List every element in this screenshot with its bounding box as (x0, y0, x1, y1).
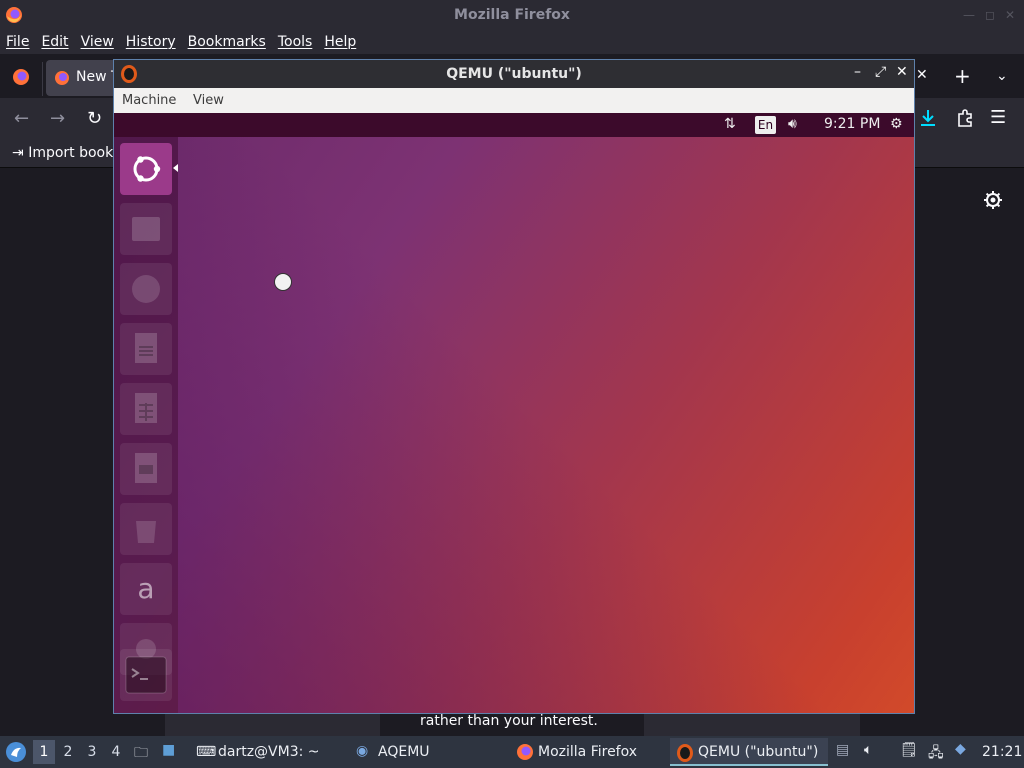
menu-edit[interactable]: Edit (41, 34, 68, 50)
top-site-card[interactable] (165, 714, 380, 736)
terminal-icon[interactable] (120, 649, 172, 701)
minimize-icon[interactable]: – (854, 64, 861, 80)
wallpaper-shade (178, 137, 914, 713)
task-label: Mozilla Firefox (538, 744, 638, 760)
start-menu-icon[interactable] (5, 741, 27, 763)
impress-icon[interactable] (120, 443, 172, 495)
network-transfer-icon[interactable]: ⇅ (724, 116, 736, 132)
mouse-cursor (274, 273, 292, 291)
ubuntu-top-panel: ⇅ En 🔊︎ 9:21 PM ⚙ (114, 113, 914, 137)
minimize-icon[interactable]: — (963, 8, 975, 22)
top-site-card[interactable] (644, 714, 860, 736)
content-snippet-text: rather than your interest. (420, 713, 598, 729)
downloads-icon[interactable] (918, 107, 938, 129)
keyboard-language-indicator[interactable]: En (755, 116, 776, 134)
qemu-titlebar[interactable]: QEMU ("ubuntu") – ⤢ ✕ (114, 60, 914, 88)
qemu-window: QEMU ("ubuntu") – ⤢ ✕ Machine View ⇅ En … (113, 59, 915, 714)
firefox-view-icon[interactable] (12, 68, 30, 86)
menu-file[interactable]: File (6, 34, 29, 50)
menu-tools[interactable]: Tools (278, 34, 313, 50)
gear-icon[interactable] (983, 190, 1003, 210)
forward-arrow-icon[interactable]: → (50, 108, 65, 129)
firefox-icon[interactable] (120, 263, 172, 315)
workspace-2[interactable]: 2 (57, 740, 79, 764)
close-icon[interactable]: ✕ (1005, 8, 1015, 22)
firefox-titlebar: Mozilla Firefox — ◻ ✕ (0, 0, 1024, 30)
back-arrow-icon[interactable]: ← (14, 108, 29, 129)
new-tab-plus-icon[interactable]: + (954, 64, 971, 88)
firefox-window-title: Mozilla Firefox (454, 7, 570, 23)
workspace-1[interactable]: 1 (33, 740, 55, 764)
reload-icon[interactable]: ↻ (87, 108, 102, 129)
clipboard-tray-icon[interactable]: ▤ (836, 742, 849, 758)
menu-view[interactable]: View (81, 34, 114, 50)
aqemu-icon: ◉ (356, 743, 369, 759)
writer-icon[interactable] (120, 323, 172, 375)
qemu-menubar: Machine View (114, 88, 914, 113)
task-label: dartz@VM3: ~ (218, 744, 320, 760)
launcher-active-arrow (173, 164, 178, 172)
volume-icon[interactable]: 🔊︎ (788, 116, 797, 132)
ubuntu-dash-icon[interactable] (120, 143, 172, 195)
terminal-icon: ⌨︎ (196, 744, 217, 760)
update-icon[interactable]: ◆ (955, 741, 966, 757)
maximize-icon[interactable]: ⤢ (875, 64, 886, 80)
notes-icon[interactable]: 🗒︎ (900, 742, 918, 758)
ubuntu-logo-icon (133, 156, 161, 182)
amazon-icon[interactable]: a (120, 563, 172, 615)
close-icon[interactable]: ✕ (896, 64, 908, 80)
menu-machine[interactable]: Machine (122, 93, 176, 108)
app-menu-hamburger-icon[interactable]: ☰ (990, 107, 1006, 128)
files-icon[interactable] (120, 203, 172, 255)
show-desktop-icon[interactable]: ■ (162, 742, 175, 758)
tab-close-icon[interactable]: ✕ (916, 67, 928, 83)
qemu-window-title: QEMU ("ubuntu") (446, 66, 582, 82)
host-taskbar: 1 2 3 4 🗀︎ ■ ⌨︎ dartz@VM3: ~ ◉ AQEMU Moz… (0, 736, 1024, 768)
extensions-puzzle-icon[interactable] (955, 107, 975, 129)
task-label: QEMU ("ubuntu") (698, 744, 819, 760)
software-center-icon[interactable] (120, 503, 172, 555)
task-label: AQEMU (378, 744, 430, 760)
task-terminal[interactable]: ⌨︎ dartz@VM3: ~ (190, 738, 350, 766)
ubuntu-launcher: a (114, 137, 178, 713)
workspace-3[interactable]: 3 (81, 740, 103, 764)
firefox-icon (517, 744, 533, 760)
volume-icon[interactable]: 🔈︎ (864, 742, 872, 758)
guest-clock[interactable]: 9:21 PM (824, 116, 880, 132)
firefox-tab-icon (55, 71, 69, 85)
file-manager-icon[interactable]: 🗀︎ (134, 742, 148, 766)
network-icon[interactable]: 🖧︎ (928, 742, 944, 766)
tabbar-separator (42, 62, 43, 96)
workspace-4[interactable]: 4 (105, 740, 127, 764)
firefox-menubar: File Edit View History Bookmarks Tools H… (0, 30, 1024, 54)
task-qemu[interactable]: QEMU ("ubuntu") (670, 738, 828, 766)
system-clock[interactable]: 21:21 (982, 744, 1022, 760)
menu-view[interactable]: View (193, 93, 224, 108)
guest-ubuntu-screen[interactable]: ⇅ En 🔊︎ 9:21 PM ⚙ a (114, 113, 914, 713)
list-all-tabs-chevron-icon[interactable]: ⌄ (996, 68, 1008, 84)
calc-icon[interactable] (120, 383, 172, 435)
task-aqemu[interactable]: ◉ AQEMU (352, 738, 512, 766)
task-firefox[interactable]: Mozilla Firefox (512, 738, 670, 766)
menu-help[interactable]: Help (324, 34, 356, 50)
qemu-icon (677, 744, 693, 762)
svg-text:a: a (137, 572, 154, 605)
menu-bookmarks[interactable]: Bookmarks (188, 34, 266, 50)
session-gear-icon[interactable]: ⚙ (890, 116, 903, 132)
menu-history[interactable]: History (126, 34, 176, 50)
maximize-icon[interactable]: ◻ (985, 8, 995, 22)
